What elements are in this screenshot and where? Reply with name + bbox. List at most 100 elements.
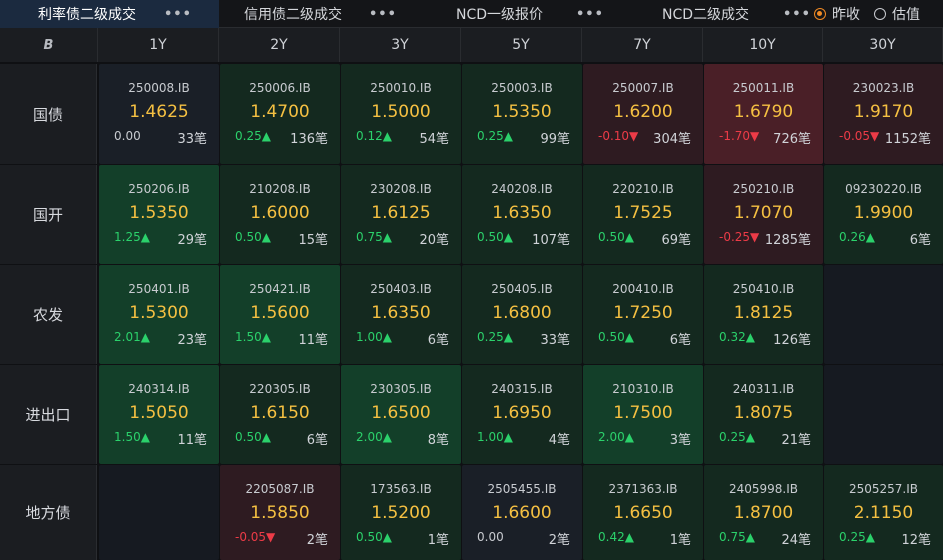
column-header-5y[interactable]: 5Y [461, 28, 582, 62]
bond-quote-cell[interactable]: 2505257.IB 2.1150 0.25▲ 12笔 [824, 465, 943, 560]
trade-count: 15笔 [298, 233, 328, 248]
bond-quote-cell[interactable]: 250405.IB 1.6800 0.25▲ 33笔 [462, 265, 582, 364]
bond-quote-cell[interactable]: 2371363.IB 1.6650 0.42▲ 1笔 [583, 465, 703, 560]
radio-label: 昨收 [832, 7, 860, 23]
more-options-icon[interactable]: ••• [369, 0, 397, 28]
bond-yield: 1.8700 [733, 503, 794, 523]
bond-code: 230208.IB [370, 182, 432, 196]
more-options-icon[interactable]: ••• [576, 0, 604, 28]
bond-code: 250011.IB [732, 81, 795, 95]
tab-ncd-primary-quote[interactable]: NCD一级报价 ••• [419, 0, 619, 28]
yield-change: -1.70▼ [719, 129, 760, 143]
bond-quote-cell[interactable]: 200410.IB 1.7250 0.50▲ 6笔 [583, 265, 703, 364]
bond-code: 230305.IB [370, 382, 432, 396]
column-header-row: B 1Y 2Y 3Y 5Y 7Y 10Y 30Y [0, 28, 943, 63]
yield-change: 2.00▲ [356, 430, 392, 444]
bond-quote-cell[interactable]: 230208.IB 1.6125 0.75▲ 20笔 [341, 165, 461, 264]
bond-code: 250403.IB [370, 282, 432, 296]
column-header-3y[interactable]: 3Y [340, 28, 461, 62]
bond-quote-cell[interactable]: 250006.IB 1.4700 0.25▲ 136笔 [220, 64, 340, 164]
yield-change: -0.10▼ [598, 129, 639, 143]
yield-change: 2.00▲ [598, 430, 634, 444]
tab-label: NCD二级成交 [662, 7, 750, 23]
yield-change: 0.50▲ [598, 330, 634, 344]
bond-code: 09230220.IB [845, 182, 922, 196]
yield-change: 0.25▲ [477, 330, 513, 344]
bond-quote-cell[interactable]: 220210.IB 1.7525 0.50▲ 69笔 [583, 165, 703, 264]
yield-change: 0.75▲ [356, 230, 392, 244]
bond-yield: 1.6650 [613, 503, 673, 523]
bond-quote-cell[interactable]: 250003.IB 1.5350 0.25▲ 99笔 [462, 64, 582, 164]
tab-ncd-secondary[interactable]: NCD二级成交 ••• [619, 0, 811, 28]
bond-quote-cell[interactable]: 09230220.IB 1.9900 0.26▲ 6笔 [824, 165, 943, 264]
radio-checked-icon[interactable] [814, 8, 826, 20]
bond-quote-cell[interactable]: 240314.IB 1.5050 1.50▲ 11笔 [99, 365, 219, 464]
column-header-7y[interactable]: 7Y [582, 28, 703, 62]
more-options-icon[interactable]: ••• [783, 0, 811, 28]
tab-credit-bond-secondary[interactable]: 信用债二级成交 ••• [219, 0, 419, 28]
tab-label: 利率债二级成交 [38, 7, 136, 23]
bond-quote-cell[interactable]: 250210.IB 1.7070 -0.25▼ 1285笔 [704, 165, 823, 264]
bond-row: 国债 250008.IB 1.4625 0.00 33笔 250006.IB 1.4700 0… [0, 63, 943, 164]
bond-quote-cell[interactable]: 250008.IB 1.4625 0.00 33笔 [99, 64, 219, 164]
column-header-30y[interactable]: 30Y [823, 28, 943, 62]
trade-count: 8笔 [427, 433, 449, 448]
column-header-10y[interactable]: 10Y [703, 28, 823, 62]
radio-valuation[interactable]: 估值 [874, 0, 920, 28]
bond-code: 250405.IB [491, 282, 553, 296]
bond-quote-cell[interactable]: 220305.IB 1.6150 0.50▲ 6笔 [220, 365, 340, 464]
bond-quote-cell[interactable]: 250410.IB 1.8125 0.32▲ 126笔 [704, 265, 823, 364]
bond-code: 250206.IB [128, 182, 190, 196]
radio-prev-close[interactable]: 昨收 [814, 0, 860, 28]
bond-quote-cell[interactable]: 250401.IB 1.5300 2.01▲ 23笔 [99, 265, 219, 364]
yield-change: 0.75▲ [719, 530, 755, 544]
trade-count: 11笔 [298, 333, 328, 348]
bond-row: 国开 250206.IB 1.5350 1.25▲ 29笔 210208.IB 1.6000… [0, 164, 943, 264]
bond-yield: 1.8075 [733, 403, 794, 423]
bond-yield: 1.7250 [613, 303, 673, 323]
bond-quote-cell[interactable]: 2405998.IB 1.8700 0.75▲ 24笔 [704, 465, 823, 560]
trade-count: 1笔 [669, 533, 691, 548]
bond-quote-cell[interactable]: 240311.IB 1.8075 0.25▲ 21笔 [704, 365, 823, 464]
bond-yield: 1.6790 [733, 102, 794, 122]
bond-quote-cell[interactable]: 230305.IB 1.6500 2.00▲ 8笔 [341, 365, 461, 464]
bond-yield: 1.8125 [733, 303, 794, 323]
column-header-1y[interactable]: 1Y [98, 28, 219, 62]
bond-code: 220305.IB [249, 382, 311, 396]
more-options-icon[interactable]: ••• [164, 0, 192, 28]
empty-cell [824, 265, 943, 364]
radio-unchecked-icon[interactable] [874, 8, 886, 20]
bond-code: 173563.IB [370, 482, 432, 496]
empty-cell [99, 465, 219, 560]
row-label: 地方债 [0, 465, 97, 560]
yield-change: 0.50▲ [598, 230, 634, 244]
bond-quote-cell[interactable]: 250403.IB 1.6350 1.00▲ 6笔 [341, 265, 461, 364]
bond-yield: 1.5200 [371, 503, 431, 523]
bond-yield: 1.6125 [371, 203, 431, 223]
bond-quote-cell[interactable]: 250010.IB 1.5000 0.12▲ 54笔 [341, 64, 461, 164]
bond-quote-cell[interactable]: 250007.IB 1.6200 -0.10▼ 304笔 [583, 64, 703, 164]
bond-yield: 1.6200 [613, 102, 673, 122]
column-header-2y[interactable]: 2Y [219, 28, 340, 62]
yield-change: -0.05▼ [839, 129, 880, 143]
bond-quote-cell[interactable]: 2505455.IB 1.6600 0.00 2笔 [462, 465, 582, 560]
bond-quote-cell[interactable]: 250421.IB 1.5600 1.50▲ 11笔 [220, 265, 340, 364]
row-label: 国债 [0, 64, 97, 164]
bond-quote-cell[interactable]: 210310.IB 1.7500 2.00▲ 3笔 [583, 365, 703, 464]
bond-quote-cell[interactable]: 2205087.IB 1.5850 -0.05▼ 2笔 [220, 465, 340, 560]
yield-change: 1.50▲ [235, 330, 271, 344]
tab-rate-bond-secondary[interactable]: 利率债二级成交 ••• [0, 0, 219, 28]
bond-yield: 1.5850 [250, 503, 310, 523]
bond-quote-cell[interactable]: 250206.IB 1.5350 1.25▲ 29笔 [99, 165, 219, 264]
bond-yield: 1.5600 [250, 303, 310, 323]
trade-count: 24笔 [781, 533, 811, 548]
bond-yield: 1.5350 [492, 102, 552, 122]
bond-quote-cell[interactable]: 173563.IB 1.5200 0.50▲ 1笔 [341, 465, 461, 560]
bond-quote-cell[interactable]: 210208.IB 1.6000 0.50▲ 15笔 [220, 165, 340, 264]
bond-quote-cell[interactable]: 230023.IB 1.9170 -0.05▼ 1152笔 [824, 64, 943, 164]
bond-quote-cell[interactable]: 240315.IB 1.6950 1.00▲ 4笔 [462, 365, 582, 464]
yield-change: 1.00▲ [477, 430, 513, 444]
bond-quote-cell[interactable]: 250011.IB 1.6790 -1.70▼ 726笔 [704, 64, 823, 164]
bond-quote-cell[interactable]: 240208.IB 1.6350 0.50▲ 107笔 [462, 165, 582, 264]
bond-code: 250007.IB [612, 81, 674, 95]
